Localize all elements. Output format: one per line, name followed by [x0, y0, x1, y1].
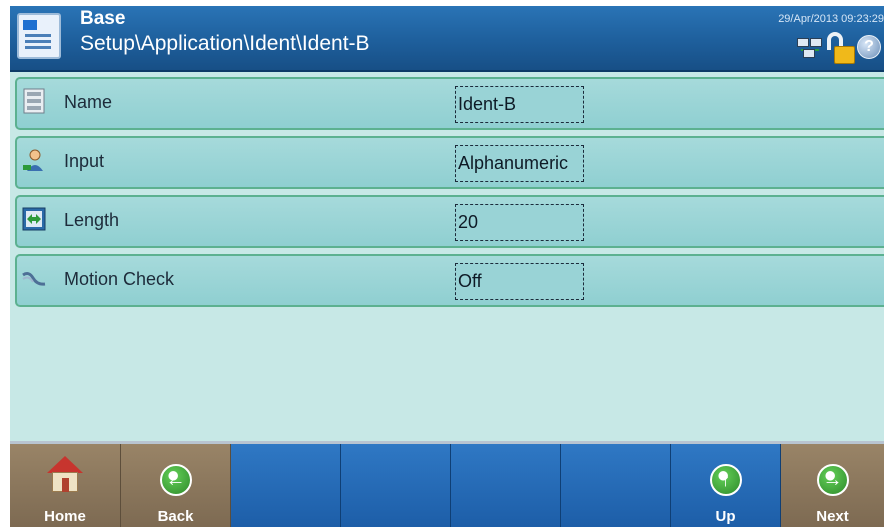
row-motion-check[interactable]: Motion Check Off: [15, 254, 884, 307]
parameter-list: Name Ident-B Input Alphanumeric Length 2…: [10, 72, 884, 441]
text-field-icon: [22, 88, 46, 114]
terminal-screen: Base Setup\Application\Ident\Ident-B 29/…: [10, 6, 884, 527]
page-title: Base: [80, 8, 126, 29]
base-app-icon: [17, 13, 61, 59]
row-length[interactable]: Length 20: [15, 195, 884, 248]
row-label-length: Length: [64, 210, 120, 230]
row-label-motion-check: Motion Check: [64, 269, 175, 289]
motion-check-value-field[interactable]: Off: [455, 263, 584, 300]
softkey-empty-5[interactable]: [451, 444, 561, 527]
length-arrows-icon: [22, 206, 46, 232]
back-button-label: Back: [157, 508, 194, 525]
row-label-name: Name: [64, 92, 113, 112]
name-value-field[interactable]: Ident-B: [455, 86, 584, 123]
softkey-bar: Home ← Back ↑ Up → Next: [10, 441, 884, 527]
next-button[interactable]: → Next: [781, 444, 884, 527]
length-value-field[interactable]: 20: [455, 204, 584, 241]
back-arrow-icon: ←: [159, 464, 192, 496]
unlocked-icon[interactable]: [825, 32, 855, 64]
up-button-label: Up: [715, 508, 736, 525]
softkey-empty-6[interactable]: [561, 444, 671, 527]
row-label-input: Input: [64, 151, 105, 171]
home-icon: [47, 456, 83, 494]
network-status-icon: [797, 36, 823, 58]
softkey-empty-4[interactable]: [341, 444, 451, 527]
breadcrumb-path: Setup\Application\Ident\Ident-B: [80, 32, 370, 55]
input-value-field[interactable]: Alphanumeric: [455, 145, 584, 182]
header-bar: Base Setup\Application\Ident\Ident-B 29/…: [10, 6, 884, 72]
status-icons: ?: [797, 32, 881, 64]
row-input[interactable]: Input Alphanumeric: [15, 136, 884, 189]
motion-check-icon: [22, 265, 46, 291]
up-button[interactable]: ↑ Up: [671, 444, 781, 527]
help-icon[interactable]: ?: [857, 35, 881, 59]
operator-input-icon: [22, 147, 46, 173]
softkey-empty-3[interactable]: [231, 444, 341, 527]
up-arrow-icon: ↑: [709, 464, 742, 496]
next-button-label: Next: [816, 508, 849, 525]
row-name[interactable]: Name Ident-B: [15, 77, 884, 130]
back-button[interactable]: ← Back: [121, 444, 231, 527]
timestamp: 29/Apr/2013 09:23:29: [778, 13, 884, 25]
home-button-label: Home: [44, 508, 86, 525]
home-button[interactable]: Home: [10, 444, 121, 527]
next-arrow-icon: →: [816, 464, 849, 496]
